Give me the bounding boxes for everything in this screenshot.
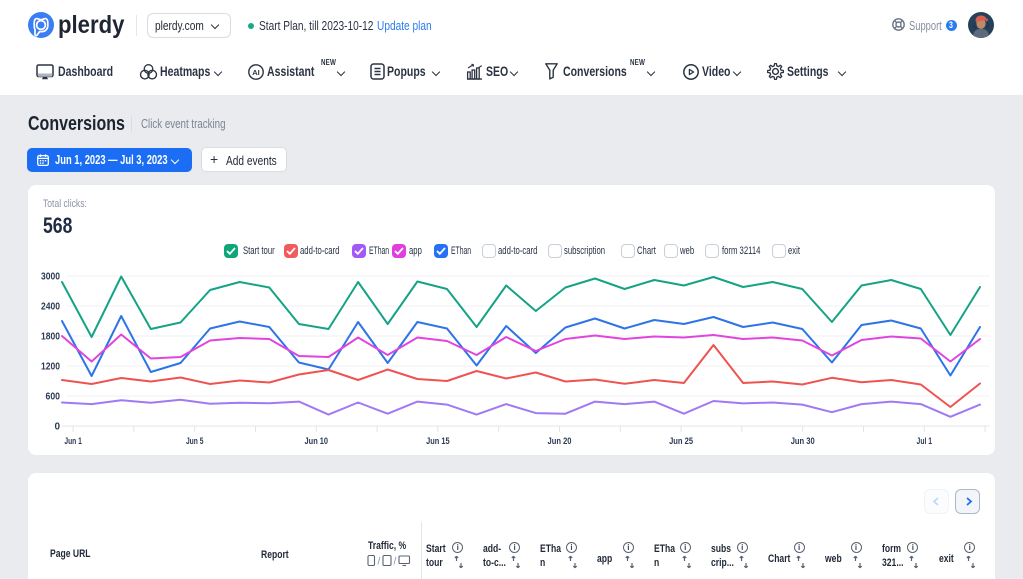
svg-text:0: 0 xyxy=(54,422,60,433)
svg-text:Jun 25: Jun 25 xyxy=(669,436,694,447)
svg-text:3000: 3000 xyxy=(41,272,60,283)
svg-text:600: 600 xyxy=(46,392,61,403)
svg-text:Jun 5: Jun 5 xyxy=(186,436,204,447)
svg-text:AI: AI xyxy=(252,68,260,77)
svg-text:/: / xyxy=(378,557,381,568)
svg-text:Jun 15: Jun 15 xyxy=(426,436,450,447)
svg-text:Jul 1: Jul 1 xyxy=(917,436,933,447)
svg-text:Jun 30: Jun 30 xyxy=(791,436,815,447)
svg-text:/: / xyxy=(394,557,397,568)
svg-text:1200: 1200 xyxy=(41,362,60,373)
svg-text:Jun 1: Jun 1 xyxy=(64,436,82,447)
svg-text:2400: 2400 xyxy=(41,302,60,313)
svg-text:1800: 1800 xyxy=(41,332,60,343)
svg-text:Jun 20: Jun 20 xyxy=(548,436,572,447)
svg-text:Jun 10: Jun 10 xyxy=(305,436,329,447)
